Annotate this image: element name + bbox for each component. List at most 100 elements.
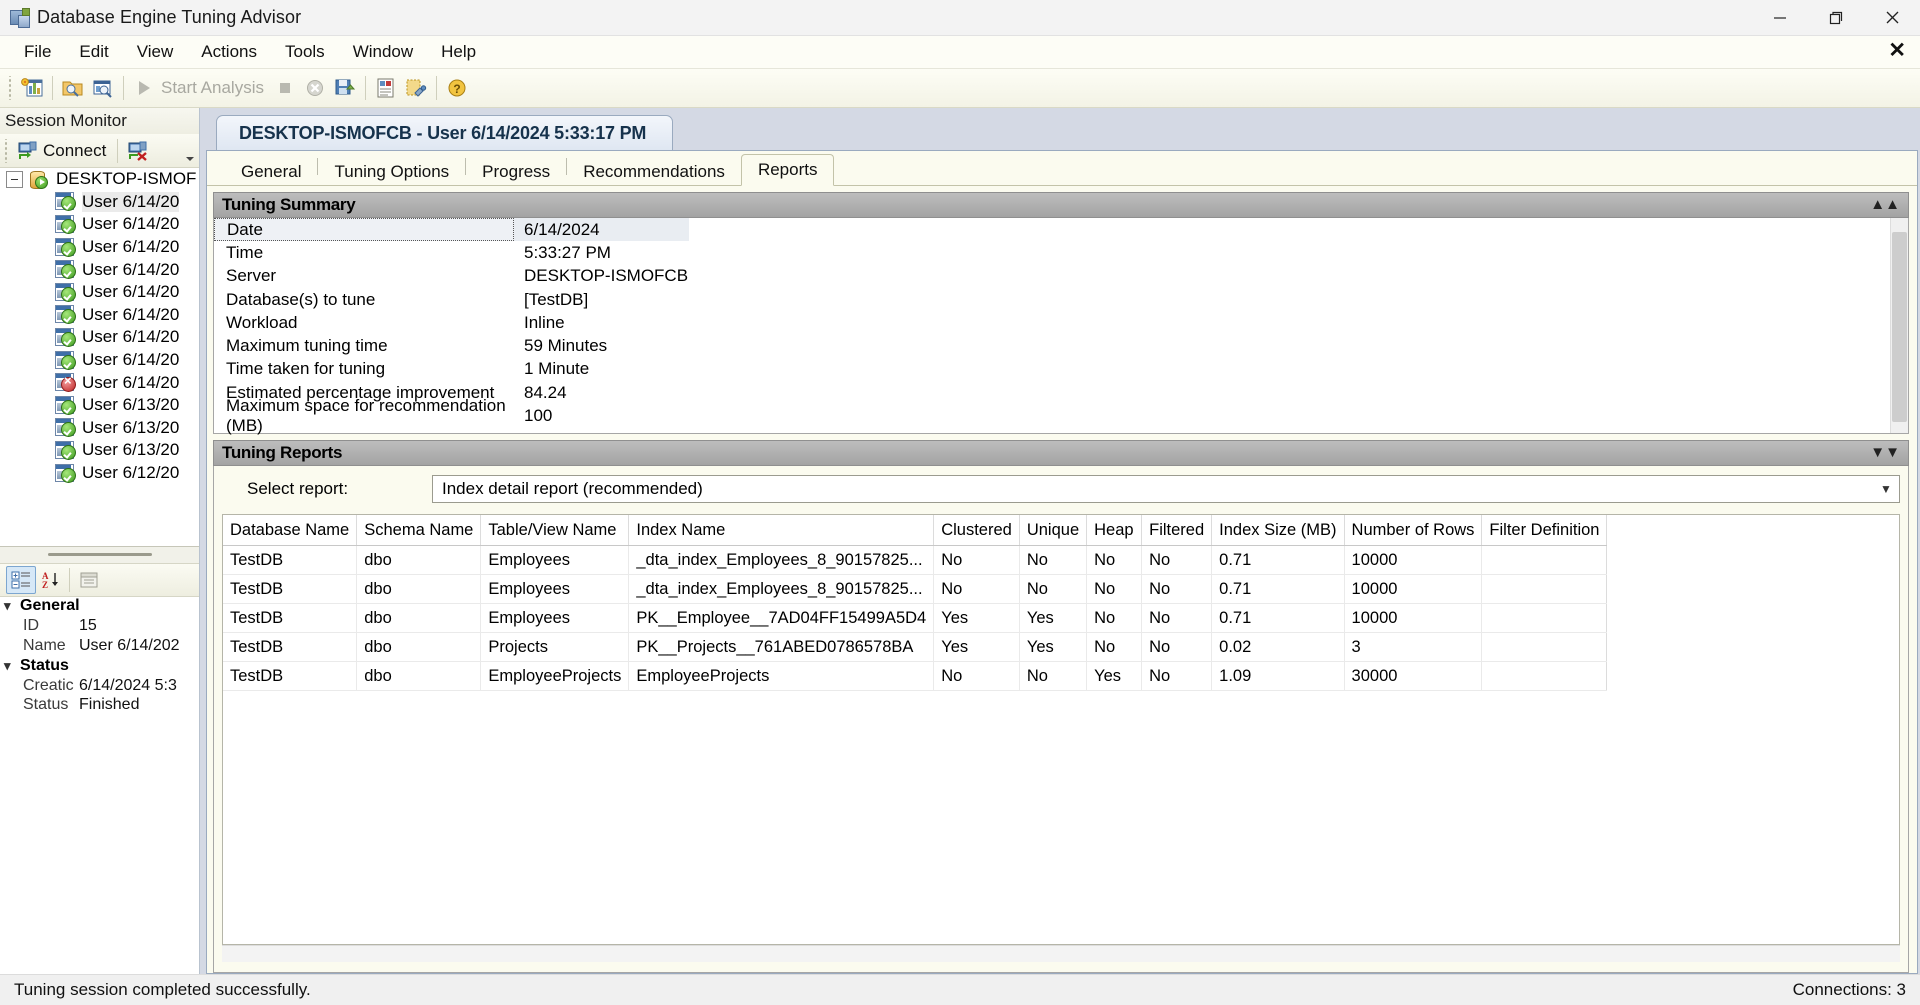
table-row[interactable]: TestDB dbo Employees PK__Employee__7AD04FF1…: [223, 603, 1608, 633]
tree-node-session[interactable]: User 6/14/20: [0, 213, 199, 236]
tuning-summary-table[interactable]: Date 6/14/2024 Time 5:33:27 PM Server DESKTOP…: [214, 218, 1890, 435]
stop-icon[interactable]: [270, 73, 300, 103]
table-row[interactable]: TestDB dbo Projects PK__Projects__761ABED07…: [223, 632, 1608, 662]
tree-node-session[interactable]: User 6/14/20: [0, 191, 199, 214]
tree-node-session[interactable]: User 6/12/20: [0, 462, 199, 485]
grid-column-header[interactable]: Unique: [1019, 515, 1088, 546]
property-pages-icon[interactable]: [75, 567, 103, 593]
tab-reports[interactable]: Reports: [740, 154, 835, 186]
grid-column-header[interactable]: Heap: [1086, 515, 1143, 546]
start-analysis-play-icon[interactable]: [129, 73, 159, 103]
chevron-down-icon[interactable]: ▾: [4, 598, 20, 614]
menu-help[interactable]: Help: [427, 38, 490, 66]
summary-row[interactable]: Server DESKTOP-ISMOFCB: [214, 265, 1890, 288]
chevron-down-icon[interactable]: ▼▼: [1870, 445, 1900, 460]
tree-node-session[interactable]: User 6/13/20: [0, 417, 199, 440]
connect-icon[interactable]: [13, 136, 43, 166]
property-row[interactable]: ID 15: [0, 616, 199, 636]
property-row[interactable]: Creatic 6/14/2024 5:3: [0, 676, 199, 696]
summary-vertical-scrollbar[interactable]: [1890, 218, 1908, 433]
tuning-summary-header[interactable]: Tuning Summary ▲▲: [213, 192, 1909, 218]
session-tree[interactable]: DESKTOP-ISMOF User 6/14/20 User 6/14/20 Us…: [0, 168, 199, 547]
tree-node-server[interactable]: DESKTOP-ISMOF: [0, 168, 199, 191]
report-horizontal-scrollbar[interactable]: [222, 945, 1900, 962]
tree-node-session[interactable]: User 6/14/20: [0, 371, 199, 394]
report-grid[interactable]: Database Name Schema Name Table/View Name I…: [223, 515, 1608, 691]
property-row[interactable]: Status Finished: [0, 695, 199, 715]
property-row[interactable]: Name User 6/14/202: [0, 636, 199, 656]
report-icon[interactable]: [371, 73, 401, 103]
disconnect-icon[interactable]: [123, 136, 153, 166]
tree-node-session[interactable]: User 6/14/20: [0, 349, 199, 372]
summary-row[interactable]: Time taken for tuning 1 Minute: [214, 358, 1890, 381]
summary-row[interactable]: Date 6/14/2024: [214, 218, 1890, 242]
tree-node-session[interactable]: User 6/14/20: [0, 236, 199, 259]
menu-edit[interactable]: Edit: [65, 38, 122, 66]
tab-general[interactable]: General: [225, 158, 317, 186]
clone-session-icon[interactable]: [88, 73, 118, 103]
maximize-icon[interactable]: [1808, 0, 1864, 35]
tree-node-session[interactable]: User 6/14/20: [0, 281, 199, 304]
categorized-icon[interactable]: [6, 565, 36, 594]
summary-row[interactable]: Time 5:33:27 PM: [214, 241, 1890, 264]
tree-node-session[interactable]: User 6/13/20: [0, 394, 199, 417]
grid-column-header[interactable]: Index Name: [628, 515, 935, 546]
connect-button[interactable]: Connect: [43, 141, 112, 161]
tab-recommendations[interactable]: Recommendations: [567, 158, 741, 186]
tuning-reports-header[interactable]: Tuning Reports ▼▼: [213, 440, 1909, 466]
summary-row[interactable]: Maximum space for recommendation (MB) 100: [214, 396, 1890, 435]
property-category[interactable]: ▾ Status: [0, 656, 199, 676]
close-document-icon[interactable]: ✕: [1888, 40, 1906, 61]
chevron-down-icon[interactable]: ▾: [4, 658, 20, 674]
menu-actions[interactable]: Actions: [187, 38, 271, 66]
summary-row[interactable]: Workload Inline: [214, 311, 1890, 334]
save-icon[interactable]: [330, 73, 360, 103]
properties-grid[interactable]: ▾ General ID 15 Name User 6/14/202 ▾ Status Crea…: [0, 596, 199, 974]
start-analysis-button[interactable]: Start Analysis: [159, 78, 270, 98]
grid-column-header[interactable]: Clustered: [933, 515, 1020, 546]
grid-column-header[interactable]: Database Name: [223, 515, 358, 546]
summary-row[interactable]: Maximum tuning time 59 Minutes: [214, 334, 1890, 357]
property-category[interactable]: ▾ General: [0, 597, 199, 617]
summary-row[interactable]: Database(s) to tune [TestDB]: [214, 288, 1890, 311]
tune-icon[interactable]: [401, 73, 431, 103]
tree-node-session[interactable]: User 6/13/20: [0, 439, 199, 462]
panel-splitter[interactable]: [0, 546, 199, 563]
tree-node-session[interactable]: User 6/14/20: [0, 326, 199, 349]
chevron-up-icon[interactable]: ▲▲: [1870, 197, 1900, 212]
new-session-icon[interactable]: [17, 73, 47, 103]
grid-column-header[interactable]: Index Size (MB): [1211, 515, 1345, 546]
dock-toolbar-grip[interactable]: [3, 138, 10, 163]
grid-column-header[interactable]: Number of Rows: [1344, 515, 1483, 546]
status-bar: Tuning session completed successfully. C…: [0, 974, 1920, 1005]
toolbar-overflow-icon[interactable]: [183, 152, 197, 166]
select-report-dropdown[interactable]: Index detail report (recommended) ▼: [432, 475, 1900, 503]
collapse-expander-icon[interactable]: [6, 170, 23, 188]
document-tab[interactable]: DESKTOP-ISMOFCB - User 6/14/2024 5:33:17…: [216, 115, 674, 150]
help-icon[interactable]: ?: [442, 73, 472, 103]
table-row[interactable]: TestDB dbo Employees _dta_index_Employees_8…: [223, 545, 1608, 575]
menu-view[interactable]: View: [123, 38, 188, 66]
stop-cancel-icon[interactable]: [300, 73, 330, 103]
grid-column-header[interactable]: Filter Definition: [1481, 515, 1608, 546]
grid-column-header[interactable]: Table/View Name: [480, 515, 630, 546]
toolbar-grip[interactable]: [7, 76, 14, 100]
sort-alphabetical-icon[interactable]: A Z: [36, 567, 64, 593]
menu-tools[interactable]: Tools: [271, 38, 339, 66]
chevron-down-icon[interactable]: ▼: [1873, 482, 1899, 496]
tree-node-session[interactable]: User 6/14/20: [0, 304, 199, 327]
close-icon[interactable]: [1864, 0, 1920, 35]
tree-node-session[interactable]: User 6/14/20: [0, 258, 199, 281]
minimize-icon[interactable]: [1752, 0, 1808, 35]
grid-column-header[interactable]: Filtered: [1141, 515, 1213, 546]
tab-tuning-options[interactable]: Tuning Options: [318, 158, 465, 186]
menu-window[interactable]: Window: [339, 38, 427, 66]
report-grid-wrapper[interactable]: Database Name Schema Name Table/View Name I…: [222, 514, 1900, 945]
menu-file[interactable]: File: [10, 38, 65, 66]
report-grid-body[interactable]: TestDB dbo Employees _dta_index_Employees_8…: [223, 545, 1608, 691]
tab-progress[interactable]: Progress: [466, 158, 566, 186]
grid-column-header[interactable]: Schema Name: [356, 515, 482, 546]
table-row[interactable]: TestDB dbo EmployeeProjects EmployeeProject…: [223, 661, 1608, 691]
table-row[interactable]: TestDB dbo Employees _dta_index_Employees_8…: [223, 574, 1608, 604]
open-session-icon[interactable]: [58, 73, 88, 103]
